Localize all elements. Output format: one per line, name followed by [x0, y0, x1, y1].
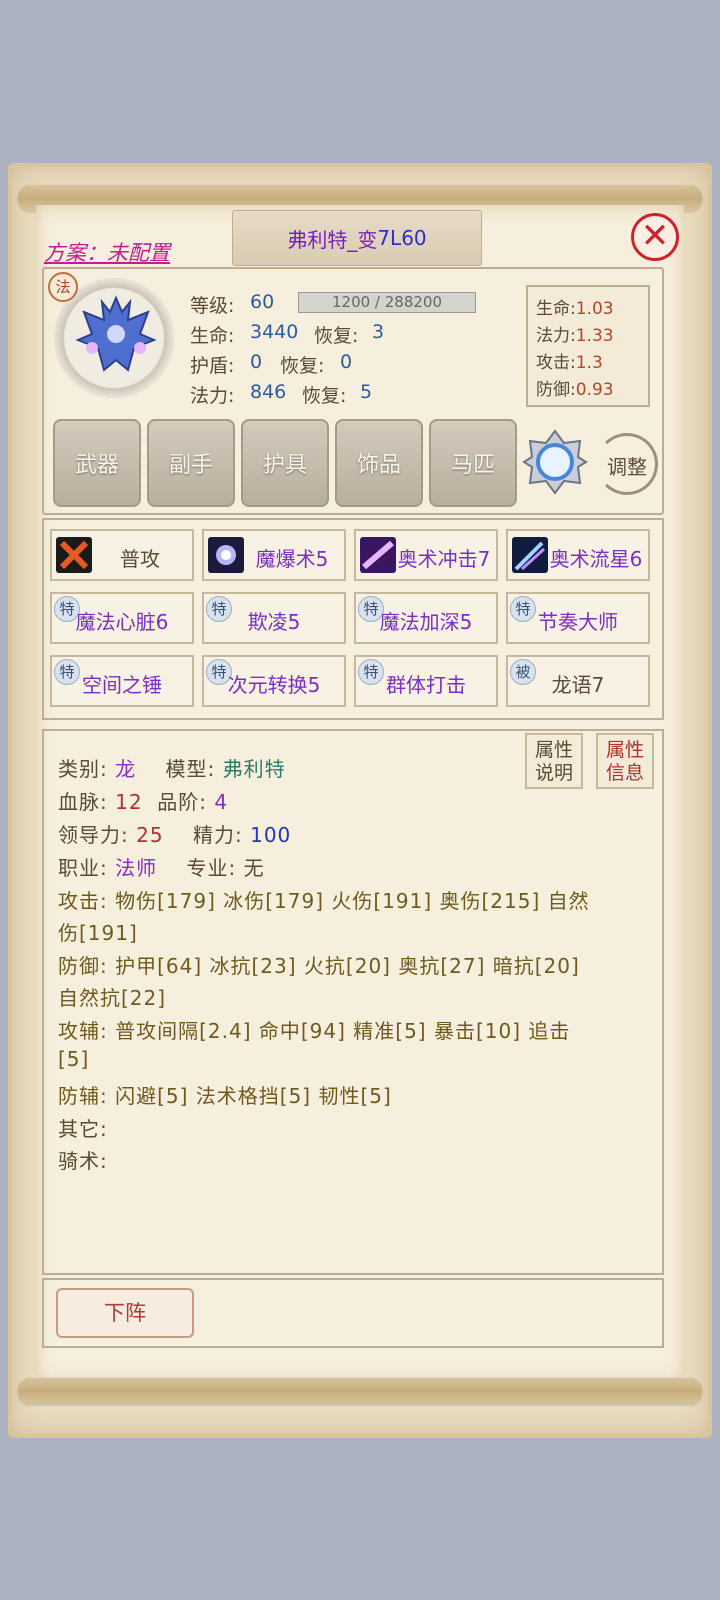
skill-label: 魔爆术5	[255, 547, 329, 571]
scroll-bottom-roller	[18, 1378, 702, 1404]
skill-slot[interactable]: 奥术冲击7	[354, 529, 498, 581]
growth-multiplier-box: 生命:1.03 法力:1.33 攻击:1.3 防御:0.93	[526, 285, 650, 407]
skill-slot[interactable]: 特 魔法心脏6	[50, 592, 194, 644]
defense-line-1: 防御: 护甲[64] 冰抗[23] 火抗[20] 奥抗[27] 暗抗[20]	[58, 954, 580, 978]
category-model-row: 类别: 龙 模型: 弗利特	[58, 757, 286, 781]
class-badge: 法	[48, 272, 78, 302]
skill-label: 空间之锤	[82, 673, 162, 697]
hp-value: 3440	[250, 321, 299, 343]
skill-slot[interactable]: 特 欺凌5	[202, 592, 346, 644]
mp-regen-value: 5	[360, 381, 373, 403]
skill-slot[interactable]: 魔爆术5	[202, 529, 346, 581]
pet-level-tag: 7L60	[377, 226, 427, 250]
mp-label: 法力:	[190, 385, 235, 407]
pet-title-plaque: 弗利特_变 7L60	[232, 210, 482, 266]
riding-label: 骑术:	[58, 1149, 108, 1173]
hp-regen-label: 恢复:	[314, 325, 359, 347]
multiplier-row: 生命:1.03	[536, 299, 614, 319]
skill-slot[interactable]: 特 空间之锤	[50, 655, 194, 707]
equip-slot-weapon[interactable]: 武器	[53, 419, 141, 507]
exp-bar: 1200 / 288200	[298, 292, 476, 313]
level-value: 60	[250, 291, 275, 313]
skill-slot[interactable]: 特 魔法加深5	[354, 592, 498, 644]
equip-slot-accessory[interactable]: 饰品	[335, 419, 423, 507]
shield-label: 护盾:	[190, 355, 235, 377]
skill-slot[interactable]: 普攻	[50, 529, 194, 581]
skill-label: 普攻	[120, 547, 160, 571]
skill-slot[interactable]: 特 节奏大师	[506, 592, 650, 644]
skill-label: 奥术流星6	[549, 547, 643, 571]
withdraw-button[interactable]: 下阵	[56, 1288, 194, 1338]
multiplier-row: 法力:1.33	[536, 326, 614, 346]
plan-link[interactable]: 方案：未配置	[44, 237, 170, 267]
magic-burst-icon	[208, 537, 244, 573]
dragon-avatar-icon	[75, 295, 157, 372]
attack-line-1: 攻击: 物伤[179] 冰伤[179] 火伤[191] 奥伤[215] 自然	[58, 889, 590, 913]
close-button[interactable]: ✕	[631, 213, 679, 261]
bloodline-grade-row: 血脉: 12 品阶: 4	[58, 790, 229, 814]
hp-regen-value: 3	[372, 321, 385, 343]
skill-slot[interactable]: 奥术流星6	[506, 529, 650, 581]
close-icon: ✕	[640, 216, 670, 256]
skill-label: 欺凌5	[247, 610, 301, 634]
level-label: 等级:	[190, 295, 235, 317]
offense-aux-line-2: [5]	[58, 1047, 90, 1071]
multiplier-row: 攻击:1.3	[536, 353, 603, 373]
skill-label: 群体打击	[386, 673, 466, 697]
arcane-meteor-icon	[512, 537, 548, 573]
adjust-button[interactable]: 调整	[596, 433, 658, 495]
offense-aux-line-1: 攻辅: 普攻间隔[2.4] 命中[94] 精准[5] 暴击[10] 追击	[58, 1019, 571, 1043]
skill-slot[interactable]: 特 群体打击	[354, 655, 498, 707]
skill-label: 次元转换5	[227, 673, 321, 697]
equip-slot-offhand[interactable]: 副手	[147, 419, 235, 507]
soul-gem-icon[interactable]	[522, 429, 588, 495]
skill-slot[interactable]: 特 次元转换5	[202, 655, 346, 707]
pet-name: 弗利特_变	[287, 227, 378, 252]
leadership-energy-row: 领导力: 25 精力: 100	[58, 823, 292, 847]
defense-line-2: 自然抗[22]	[58, 986, 167, 1010]
equip-slot-armor[interactable]: 护具	[241, 419, 329, 507]
skill-slot[interactable]: 被 龙语7	[506, 655, 650, 707]
mp-value: 846	[250, 381, 287, 403]
shield-regen-label: 恢复:	[280, 355, 325, 377]
skill-label: 魔法心脏6	[75, 610, 169, 634]
multiplier-row: 防御:0.93	[536, 380, 614, 400]
skill-label: 节奏大师	[538, 610, 618, 634]
attribute-info-button[interactable]: 属性 信息	[596, 733, 654, 789]
attribute-explain-button[interactable]: 属性 说明	[525, 733, 583, 789]
shield-value: 0	[250, 351, 263, 373]
crossed-swords-icon	[56, 537, 92, 573]
other-label: 其它:	[58, 1117, 108, 1141]
skill-label: 魔法加深5	[379, 610, 473, 634]
hp-label: 生命:	[190, 325, 235, 347]
arcane-strike-icon	[360, 537, 396, 573]
mp-regen-label: 恢复:	[302, 385, 347, 407]
job-specialty-row: 职业: 法师 专业: 无	[58, 856, 265, 880]
attack-line-2: 伤[191]	[58, 921, 138, 945]
skill-label: 龙语7	[551, 673, 605, 697]
equip-slot-mount[interactable]: 马匹	[429, 419, 517, 507]
shield-regen-value: 0	[340, 351, 353, 373]
defense-aux-line: 防辅: 闪避[5] 法术格挡[5] 韧性[5]	[58, 1084, 392, 1108]
skill-label: 奥术冲击7	[397, 547, 491, 571]
